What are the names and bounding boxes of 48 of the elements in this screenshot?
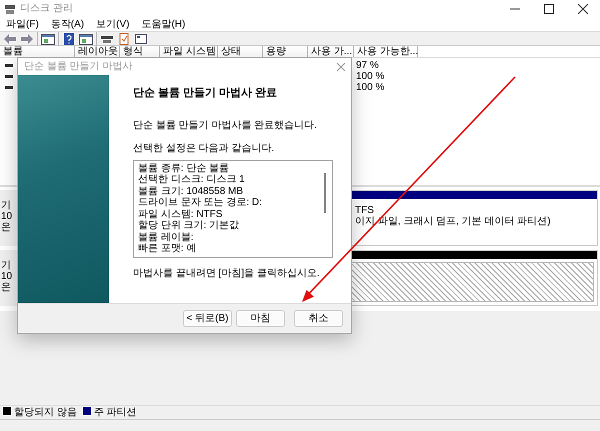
table-cell: 100 % <box>356 71 384 82</box>
close-icon <box>578 4 588 14</box>
column-header[interactable]: 사용 가능한... <box>354 46 418 57</box>
settings-list[interactable]: 볼륨 종류: 단순 볼륨 선택한 디스크: 디스크 1 볼륨 크기: 1048558 MB 드라이브 문자 또는 경로: D: 파일 시스템: NTFS 할당 단위 크기: 기본값 볼륨 레이블: 빠른 포맷: 예 <box>133 160 333 258</box>
wizard-heading: 단순 볼륨 만들기 마법사 완료 <box>133 86 278 101</box>
wizard-button[interactable]: 취소 <box>294 310 343 326</box>
wizard-text: 단순 볼륨 만들기 마법사를 완료했습니다. <box>133 118 318 132</box>
wizard-button[interactable]: 마침 <box>236 310 285 326</box>
disk-label-text: 기 <box>1 200 12 211</box>
disk-label-text: 온 <box>1 282 12 293</box>
scrollbar-thumb[interactable] <box>324 172 326 212</box>
partition-text: TFS <box>355 205 375 216</box>
settings-line: 할당 단위 크기: 기본값 <box>138 220 240 232</box>
legend-label: 할당되지 않음 <box>14 407 77 418</box>
back-arrow-icon[interactable] <box>3 32 17 44</box>
table-cell: 97 % <box>356 60 379 71</box>
disk-label-text: 10 <box>1 211 14 222</box>
window-icon[interactable] <box>134 32 148 44</box>
disk-management-icon <box>4 2 16 14</box>
wizard-text: 선택한 설정은 다음과 같습니다. <box>133 142 276 156</box>
settings-line: 파일 시스템: NTFS <box>138 208 224 220</box>
table-cell: 100 % <box>356 82 384 93</box>
forward-arrow-icon[interactable] <box>20 32 34 44</box>
settings-line: 드라이브 문자 또는 경로: D: <box>138 197 263 208</box>
settings-line: 빠른 포맷: 예 <box>138 243 198 254</box>
disk-label-text: 기 <box>1 260 12 271</box>
settings-line: 볼륨 크기: 1048558 MB <box>138 186 244 197</box>
window-title: 디스크 관리 <box>20 2 73 16</box>
help-icon[interactable] <box>62 32 76 44</box>
panel-icon[interactable] <box>41 32 55 44</box>
legend-label: 주 파티션 <box>94 407 137 418</box>
disk-label-text: 10 <box>1 271 14 282</box>
wizard-text: 마법사를 끝내려면 [마침]을 클릭하십시오. <box>133 266 321 280</box>
disk-label-text: 온 <box>1 222 12 233</box>
wizard-button[interactable]: < 뒤로(B) <box>183 310 232 326</box>
close-icon[interactable] <box>337 62 345 70</box>
menu-item[interactable]: 도움말(H) <box>141 16 186 32</box>
maximize-icon <box>544 4 554 14</box>
settings-line: 볼륨 종류: 단순 볼륨 <box>138 162 230 174</box>
menu-item[interactable]: 동작(A) <box>50 16 84 32</box>
checklist-icon[interactable] <box>117 32 131 44</box>
menu-item[interactable]: 보기(V) <box>96 16 130 32</box>
settings-line: 볼륨 레이블: <box>138 232 195 243</box>
dialog-title: 단순 볼륨 만들기 마법사 <box>24 60 132 74</box>
panel-icon[interactable] <box>79 32 93 44</box>
partition-text: 이지 파일, 크래시 덤프, 기본 데이터 파티션) <box>355 216 552 227</box>
menu-item[interactable]: 파일(F) <box>6 16 39 32</box>
settings-line: 선택한 디스크: 디스크 1 <box>138 174 246 186</box>
